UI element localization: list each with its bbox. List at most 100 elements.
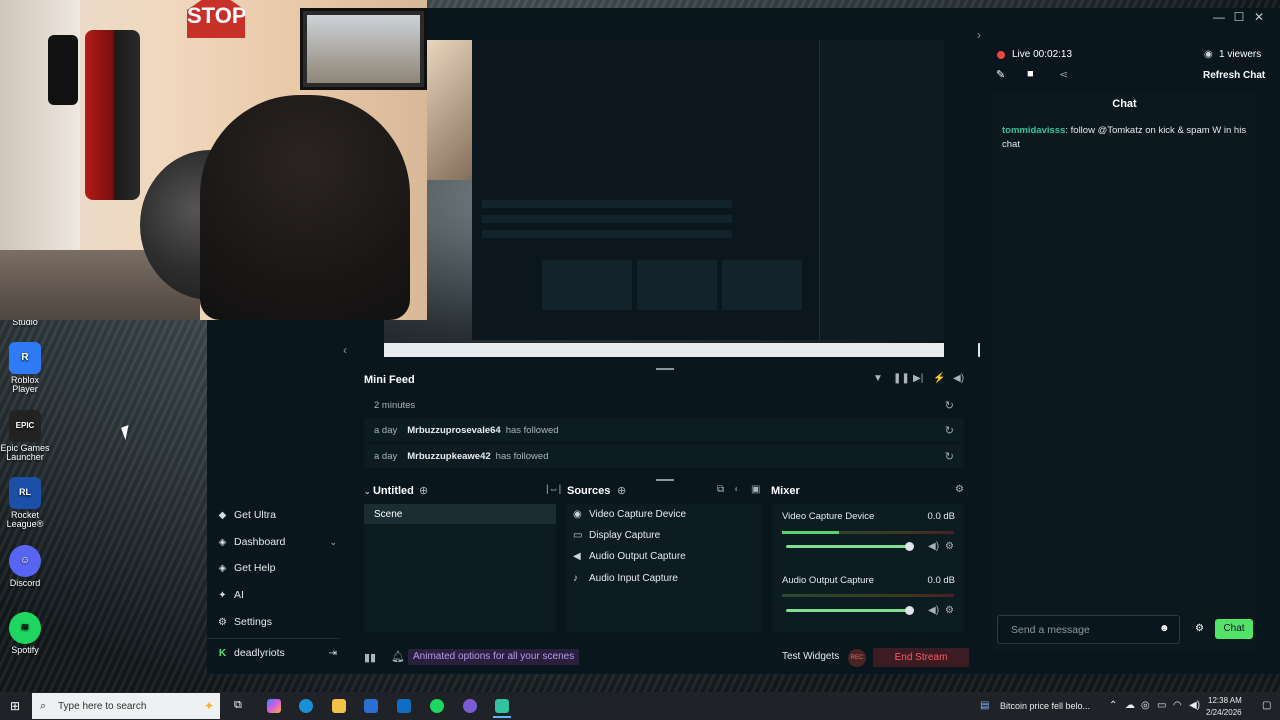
volume-icon[interactable]: ◀) [953,373,964,384]
nav-get-help[interactable]: ◈ Get Help [217,559,337,577]
share-icon[interactable]: ⋖ [1059,68,1068,81]
refresh-icon[interactable]: ↻ [945,399,954,412]
search-icon: ⌕ [40,699,47,712]
streamlabs-taskbar-icon[interactable] [495,699,509,713]
volume-slider[interactable] [786,542,914,551]
end-stream-button[interactable]: End Stream [873,648,969,667]
skip-icon[interactable]: ▶| [913,373,923,384]
desktop-icon-epic[interactable]: EPIC Epic Games Launcher [0,410,50,463]
gear-icon[interactable]: ⚙ [1195,623,1204,634]
task-view-icon[interactable]: ⧉ [234,699,242,712]
stream-preview [384,40,944,357]
tray-icon[interactable]: ☁ [1125,700,1135,711]
nav-ai[interactable]: ✦ AI [217,586,337,604]
spotify-taskbar-icon[interactable] [430,699,444,713]
edge-icon[interactable] [299,699,313,713]
minimize-icon[interactable]: — [1209,10,1229,24]
scenes-title[interactable]: ⌄ Untitled [364,485,414,497]
nav-user[interactable]: Kdeadlyriots ⇥ [217,644,337,662]
wifi-icon[interactable]: ◠ [1173,700,1182,711]
taskbar-search[interactable]: ⌕ Type here to search ✦ [32,693,220,719]
desktop-icon-label: Roblox Player [10,375,39,395]
volume-icon[interactable]: ◀) [1189,700,1200,711]
stats-icon[interactable]: ▮▮ [364,651,376,664]
pause-icon[interactable]: ❚❚ [893,373,910,384]
source-visibility-icon[interactable]: ◐ [734,484,740,495]
feed-username: Mrbuzzuprosevale64 [407,424,501,436]
scene-item[interactable]: Scene [364,504,556,524]
nav-label: Dashboard [234,536,286,548]
chat-message: tommidavisss: follow @Tomkatz on kick & … [1002,124,1247,152]
windows-start-icon[interactable]: ⊞ [10,699,20,713]
speaker-icon[interactable]: ◀) [928,605,939,616]
panel-drag-handle[interactable] [656,479,674,481]
record-button[interactable]: REC [848,649,866,667]
clock-date[interactable]: 2/24/2026 [1206,708,1242,717]
battery-icon[interactable]: ▭ [1157,700,1166,711]
nav-settings[interactable]: ⚙ Settings [217,613,337,631]
mute-alerts-icon[interactable]: ⚡ [933,373,945,384]
notification-center-icon[interactable]: ▢ [1262,700,1271,711]
refresh-icon[interactable]: ↻ [945,450,954,463]
test-widgets-button[interactable]: Test Widgets [782,651,839,662]
logout-icon[interactable]: ⇥ [329,648,337,659]
source-item[interactable]: ◀ Audio Output Capture [573,546,686,566]
filter-icon[interactable]: ▼ [873,373,883,384]
chevron-down-icon[interactable]: ⌄ [329,537,337,548]
gear-icon[interactable]: ⚙ [945,605,954,616]
desktop-icon-spotify[interactable]: ≋ Spotify [0,612,50,655]
feed-row: 2 minutes ↻ [364,393,964,417]
file-explorer-icon[interactable] [332,699,346,713]
close-icon[interactable]: ✕ [1249,10,1269,24]
chevron-left-icon[interactable]: ‹ [343,343,347,357]
pencil-icon[interactable]: ✎ [996,68,1005,81]
volume-slider[interactable] [786,606,914,615]
add-scene-icon[interactable]: ⊕ [419,484,428,497]
active-app-indicator [493,716,511,718]
epic-games-icon: EPIC [9,410,41,442]
panel-drag-handle[interactable] [656,368,674,370]
speaker-icon[interactable]: ◀) [928,541,939,552]
source-item[interactable]: ◉ Video Capture Device [573,504,686,524]
viewer-count: 1 viewers [1219,49,1262,60]
nav-dashboard[interactable]: ◈ Dashboard ⌄ [217,533,337,551]
live-indicator-icon [997,51,1005,59]
refresh-icon[interactable]: ↻ [945,424,954,437]
nav-get-ultra[interactable]: ◆ Get Ultra [217,506,337,524]
store-icon[interactable] [364,699,378,713]
source-folder-icon[interactable]: ▣ [751,484,760,495]
promo-banner[interactable]: Animated options for all your scenes [408,649,580,665]
source-item[interactable]: ♪ Audio Input Capture [573,568,678,588]
refresh-chat-button[interactable]: Refresh Chat [1203,70,1265,81]
slider-knob[interactable] [905,542,914,551]
tray-icon[interactable]: ◎ [1141,700,1150,711]
add-source-icon[interactable]: ⊕ [617,484,626,497]
sources-title: Sources [567,485,611,497]
chat-input[interactable]: Send a message [997,615,1180,644]
scene-transition-icon[interactable]: |⇔| [546,484,561,495]
emoji-icon[interactable]: ☻ [1159,623,1170,634]
news-ticker[interactable]: Bitcoin price fell belo... [1000,701,1090,711]
maximize-icon[interactable]: ☐ [1229,10,1249,24]
desktop-icon-discord[interactable]: ☺ Discord [0,545,50,588]
video-icon[interactable]: ■ [1027,68,1034,80]
desktop-icon-roblox[interactable]: R Roblox Player [0,342,50,395]
roblox-icon: R [9,342,41,374]
clock-time[interactable]: 12:38 AM [1208,696,1242,705]
outlook-icon[interactable] [397,699,411,713]
chat-username[interactable]: tommidavisss [1002,125,1065,136]
slider-knob[interactable] [905,606,914,615]
gear-icon[interactable]: ⚙ [945,541,954,552]
source-group-icon[interactable]: ⧉ [717,484,724,495]
live-timer: Live 00:02:13 [1012,49,1073,60]
gear-icon[interactable]: ⚙ [955,484,964,495]
chevron-up-icon[interactable]: ⌃ [1109,700,1117,711]
chat-send-button[interactable]: Chat [1215,619,1253,639]
source-item[interactable]: ▭ Display Capture [573,525,660,545]
copilot-icon[interactable] [267,699,281,713]
desktop-icon-label: Rocket League® [6,510,44,530]
notification-icon[interactable]: 🔔︎ [391,650,405,663]
desktop-icon-rocket-league[interactable]: RL Rocket League® [0,477,50,530]
obs-taskbar-icon[interactable] [463,699,477,713]
spotify-icon: ≋ [9,612,41,644]
